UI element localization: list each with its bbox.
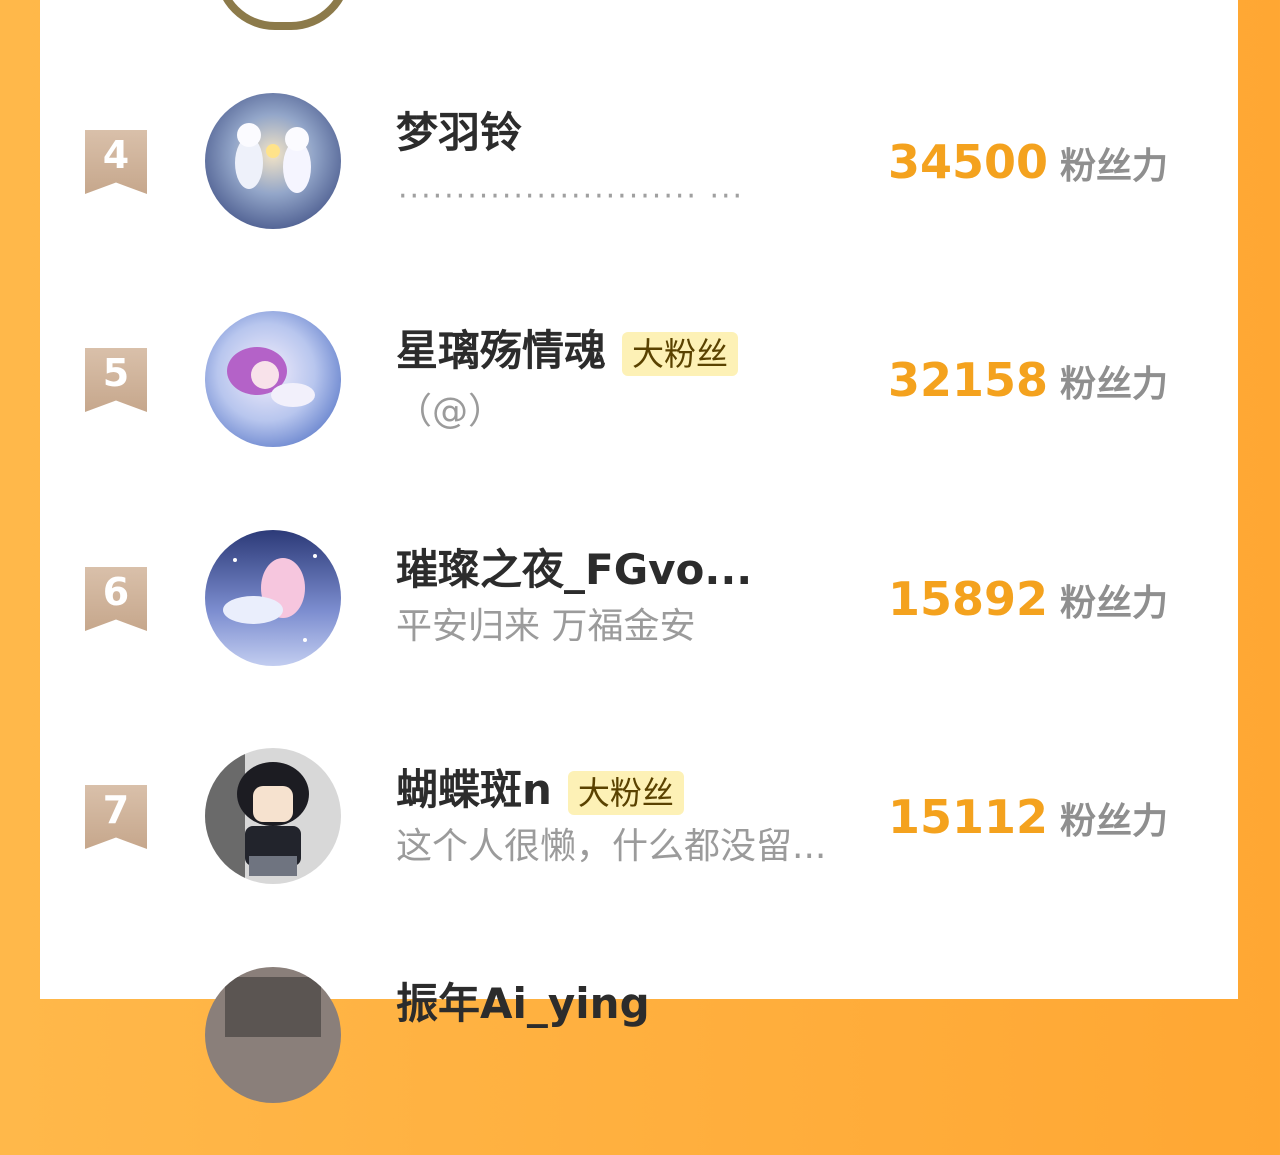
- fan-power-unit: 粉丝力: [1060, 364, 1169, 405]
- user-name-text[interactable]: 星璃殇情魂: [396, 326, 606, 375]
- user-signature: 这个人很懒，什么都没留...: [396, 826, 827, 867]
- user-name-text[interactable]: 蝴蝶斑n: [396, 765, 552, 814]
- rank-row-6[interactable]: 6 璀璨之夜_FGvo... 平安归来 万福金安 15892 粉丝力: [40, 527, 1238, 717]
- user-signature: ·························· ···: [398, 179, 745, 214]
- rank-tag: 7: [85, 785, 147, 849]
- avatar[interactable]: [205, 748, 341, 884]
- fan-power-value: 15892: [888, 572, 1049, 626]
- user-signature: 平安归来 万福金安: [396, 606, 696, 647]
- avatar[interactable]: [205, 311, 341, 447]
- fan-power-unit: 粉丝力: [1060, 583, 1169, 624]
- fan-power: 34500 粉丝力: [888, 134, 1168, 201]
- fan-power-value: 15112: [888, 790, 1049, 844]
- rank-row-5[interactable]: 5 星璃殇情魂 大粉丝 （@） 32158 粉丝力: [40, 308, 1238, 498]
- fan-power: 15892 粉丝力: [888, 571, 1168, 638]
- avatar[interactable]: [205, 93, 341, 229]
- rank-tag: 5: [85, 348, 147, 412]
- super-fan-badge: 大粉丝: [567, 770, 684, 815]
- rank-row-8[interactable]: 振年Ai_ying: [40, 965, 1238, 1155]
- fan-power-value: 32158: [888, 353, 1049, 407]
- top-avatar-partial[interactable]: [215, 0, 351, 30]
- fan-power: 32158 粉丝力: [888, 352, 1168, 419]
- rank-tag: 4: [85, 130, 147, 194]
- user-name[interactable]: 星璃殇情魂 大粉丝: [396, 326, 739, 376]
- fan-power: 15112 粉丝力: [888, 789, 1168, 856]
- user-name[interactable]: 振年Ai_ying: [396, 979, 650, 1029]
- rank-tag: 6: [85, 567, 147, 631]
- avatar[interactable]: [205, 967, 341, 1103]
- avatar[interactable]: [205, 530, 341, 666]
- user-name[interactable]: 璀璨之夜_FGvo...: [396, 545, 752, 595]
- super-fan-badge: 大粉丝: [622, 331, 739, 376]
- rank-row-4[interactable]: 4 梦羽铃 ·························· ··· 345…: [40, 90, 1238, 280]
- fan-power-unit: 粉丝力: [1060, 146, 1169, 187]
- fan-power-value: 34500: [888, 135, 1049, 189]
- rank-row-7[interactable]: 7 蝴蝶斑n 大粉丝 这个人很懒，什么都没留... 15112 粉丝力: [40, 745, 1238, 935]
- user-signature: （@）: [396, 391, 505, 432]
- fan-power-unit: 粉丝力: [1060, 801, 1169, 842]
- user-name[interactable]: 蝴蝶斑n 大粉丝: [396, 765, 684, 815]
- ranking-panel: 4 梦羽铃 ·························· ··· 345…: [40, 0, 1238, 1103]
- user-name[interactable]: 梦羽铃: [396, 108, 522, 158]
